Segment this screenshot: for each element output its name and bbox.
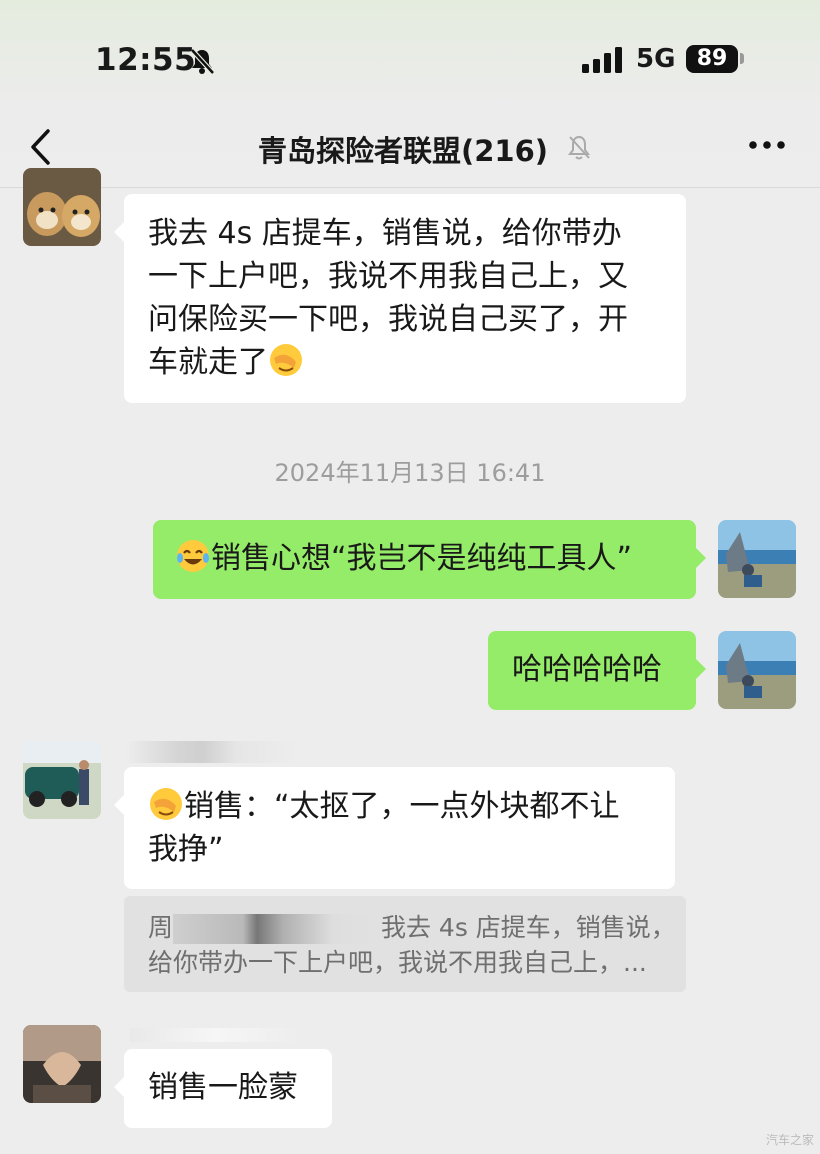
sender-name-redacted: [130, 1028, 300, 1042]
message-text-line: 车就走了: [148, 345, 268, 380]
message-text-line: 销售：“太抠了，一点外块都不让: [184, 789, 620, 824]
bell-slash-icon: [190, 48, 215, 75]
battery-indicator: 89: [686, 45, 738, 73]
message-bubble[interactable]: 销售：“太抠了，一点外块都不让 我挣”: [114, 767, 675, 889]
message-text-line: 我挣”: [148, 832, 224, 867]
more-horizontal-icon[interactable]: [748, 140, 786, 150]
avatar[interactable]: [718, 631, 796, 709]
chat-title: 青岛探险者联盟(216): [258, 134, 549, 168]
avatar[interactable]: [23, 1025, 101, 1103]
message-bubble[interactable]: 销售一脸蒙: [114, 1049, 332, 1128]
message-text: 销售心想“我岂不是纯纯工具人”: [211, 541, 633, 576]
battery-tip: [740, 53, 744, 64]
message-bubble[interactable]: 哈哈哈哈哈: [488, 631, 706, 710]
message-text-line: 问保险买一下吧，我说自己买了，开: [148, 302, 628, 337]
avatar[interactable]: [23, 741, 101, 819]
avatar[interactable]: [718, 520, 796, 598]
signal-icon: [582, 47, 622, 73]
quote-text-line: 给你带办一下上户吧，我说不用我自己上，...: [148, 948, 647, 977]
message-bubble[interactable]: 销售心想“我岂不是纯纯工具人”: [153, 520, 706, 599]
facepalm-emoji-icon: [270, 344, 302, 376]
sender-name-redacted: [126, 741, 296, 763]
chat-header: 12:55 5G 89 青岛探险者联盟(216): [0, 0, 820, 188]
chevron-left-icon[interactable]: [28, 128, 56, 166]
quoted-message[interactable]: 周 我去 4s 店提车，销售说， 给你带办一下上户吧，我说不用我自己上，...: [124, 896, 686, 992]
tears-of-joy-emoji-icon: [177, 540, 209, 572]
message-bubble[interactable]: 我去 4s 店提车，销售说，给你带办 一下上户吧，我说不用我自己上，又 问保险买…: [114, 194, 686, 403]
timestamp: 2024年11月13日 16:41: [274, 459, 546, 487]
quote-sender-prefix: 周: [148, 913, 174, 942]
facepalm-emoji-icon: [150, 788, 182, 820]
network-type: 5G: [636, 44, 676, 74]
status-time: 12:55: [95, 42, 197, 78]
watermark: 汽车之家: [765, 1133, 814, 1147]
message-text: 销售一脸蒙: [148, 1070, 298, 1105]
quote-sender-redacted: [173, 914, 374, 944]
bell-slash-icon: [568, 135, 590, 160]
message-text-line: 我去 4s 店提车，销售说，给你带办: [148, 216, 622, 251]
quote-text-line: 我去 4s 店提车，销售说，: [380, 913, 676, 942]
message-text: 哈哈哈哈哈: [512, 652, 662, 687]
message-text-line: 一下上户吧，我说不用我自己上，又: [148, 259, 628, 294]
avatar[interactable]: [23, 168, 101, 246]
